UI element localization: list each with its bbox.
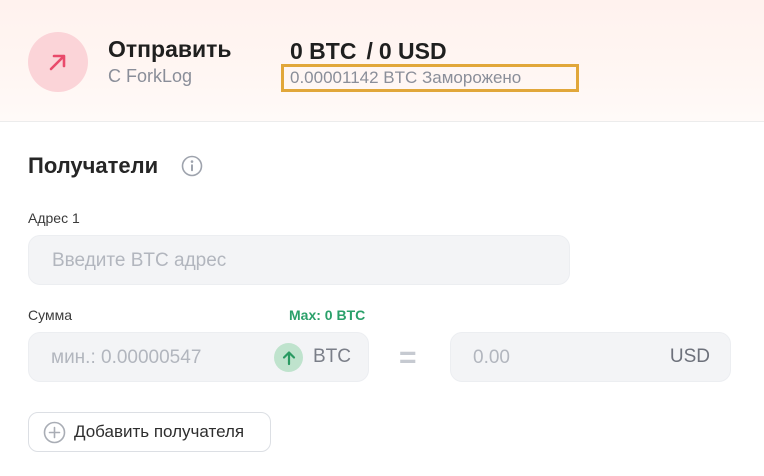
equals-sign: = <box>399 341 417 374</box>
usd-amount-input[interactable] <box>473 345 623 371</box>
address-field[interactable] <box>28 235 570 285</box>
balance: 0 BTC /0 USD <box>290 38 447 65</box>
address-label: Адрес 1 <box>28 210 80 226</box>
btc-unit: BTC <box>313 346 351 367</box>
address-input[interactable] <box>52 248 552 274</box>
balance-separator: / <box>366 38 373 64</box>
usd-unit: USD <box>669 346 710 367</box>
add-recipient-button[interactable]: Добавить получателя <box>28 412 271 452</box>
add-recipient-label: Добавить получателя <box>74 422 245 441</box>
balance-btc: 0 BTC <box>290 38 357 64</box>
btc-amount-input[interactable] <box>51 345 271 371</box>
currency-swap-button[interactable] <box>274 343 303 372</box>
info-icon[interactable] <box>181 155 203 177</box>
plus-circle-icon <box>43 421 66 443</box>
page-title: Отправить <box>108 36 232 62</box>
recipients-title: Получатели <box>28 153 159 178</box>
btc-amount-field[interactable]: BTC <box>28 332 369 382</box>
send-header: Отправить С ForkLog 0 BTC /0 USD 0.000011… <box>0 0 764 122</box>
arrow-up-right-icon <box>49 54 66 71</box>
usd-amount-field[interactable]: USD <box>450 332 731 382</box>
max-amount-link[interactable]: Max: 0 BTC <box>289 307 365 323</box>
send-badge <box>28 32 88 92</box>
balance-usd: 0 USD <box>378 38 447 64</box>
arrow-up-icon <box>282 350 295 365</box>
wallet-source: С ForkLog <box>108 66 193 86</box>
frozen-balance: 0.00001142 BTC Заморожено <box>281 64 579 92</box>
amount-label: Сумма <box>28 307 72 323</box>
